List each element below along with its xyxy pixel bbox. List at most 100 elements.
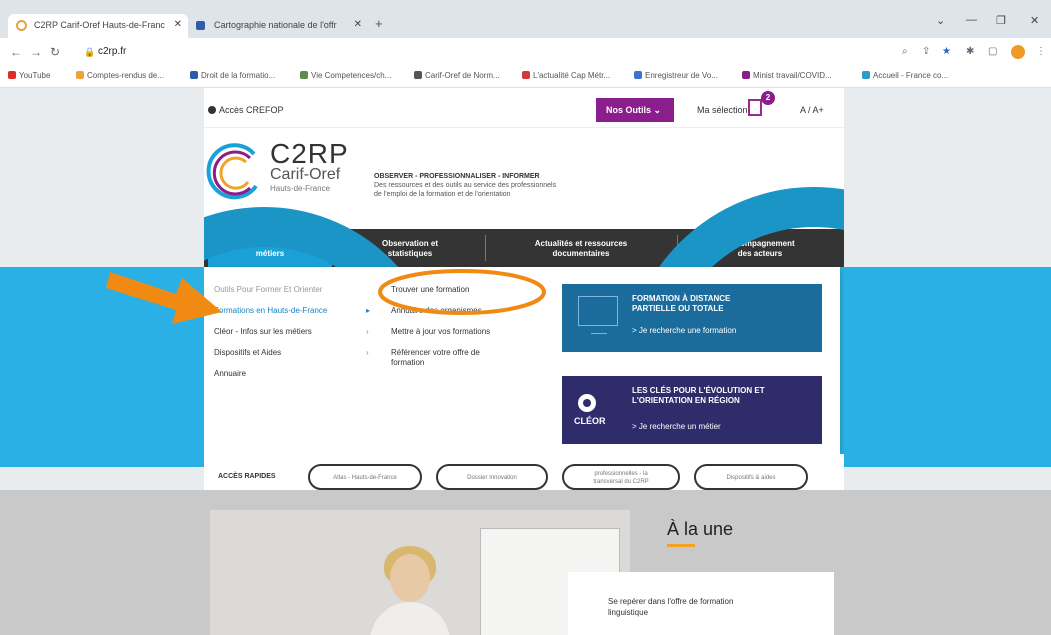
menu-icon[interactable]: ⋮ bbox=[1036, 46, 1046, 57]
tagline-line: Des ressources et des outils au service … bbox=[374, 182, 557, 189]
browser-tab-bar: C2RP Carif-Oref Hauts-de-Franc ✕ Cartogr… bbox=[0, 0, 1051, 38]
tagline-line: de l'emploi de la formation et de l'orie… bbox=[374, 191, 511, 198]
lock-icon: 🔒 bbox=[84, 47, 96, 57]
forward-icon[interactable]: → bbox=[30, 45, 42, 59]
web-page: Accès CREFOP Nos Outils ⌄ Ma sélection 2… bbox=[204, 88, 844, 635]
logo-sub: Carif-Oref bbox=[270, 166, 341, 183]
new-tab-icon[interactable]: + bbox=[375, 16, 383, 31]
menu-item-outils[interactable]: Outils Pour Former Et Orienter bbox=[214, 285, 322, 294]
quick-access-label: ACCÈS RAPIDES bbox=[218, 473, 276, 480]
youtube-icon bbox=[8, 71, 16, 79]
menu-item-cleor[interactable]: Cléor - Infos sur les métiers bbox=[214, 327, 312, 336]
promo-title: LES CLÉS POUR L'ÉVOLUTION ET L'ORIENTATIO… bbox=[632, 386, 765, 405]
submenu-arrow-icon: ▸ bbox=[366, 306, 371, 315]
quick-pill-professionnelles[interactable]: professionnelles - la transversal du C2RP bbox=[562, 464, 680, 490]
a-la-une-heading: À la une bbox=[667, 519, 734, 539]
site-topbar: Accès CREFOP Nos Outils ⌄ Ma sélection 2… bbox=[204, 88, 844, 128]
c2rp-favicon-icon bbox=[16, 20, 27, 31]
quick-pill-innovation[interactable]: Dossier Innovation bbox=[436, 464, 548, 490]
minimize-icon[interactable]: — bbox=[966, 14, 977, 26]
submenu-referencer-offre-line2[interactable]: formation bbox=[391, 358, 424, 368]
photo-person-body bbox=[370, 602, 450, 635]
quick-access-bar: ACCÈS RAPIDES Atlas - Hauts-de-France Do… bbox=[204, 454, 844, 490]
url-text: c2rp.fr bbox=[98, 46, 127, 57]
tab-title: Cartographie nationale de l'offr bbox=[214, 20, 337, 30]
browser-tab[interactable]: C2RP Carif-Oref Hauts-de-Franc ✕ bbox=[8, 14, 188, 38]
site-logo-text[interactable]: C2RP Carif-Oref Hauts-de-France bbox=[270, 138, 349, 193]
bookmark-favicon-icon bbox=[862, 71, 870, 79]
extensions-icon[interactable]: ✱ bbox=[966, 46, 974, 57]
bookmark-favicon-icon bbox=[190, 71, 198, 79]
selection-count-badge: 2 bbox=[761, 91, 775, 105]
logo-region: Hauts-de-France bbox=[270, 184, 331, 193]
browser-tab[interactable]: Cartographie nationale de l'offr ✕ bbox=[188, 14, 368, 38]
submenu-referencer-offre[interactable]: Référencer votre offre de bbox=[391, 348, 480, 358]
bookmark-item[interactable]: Enregistreur de Vo... bbox=[634, 71, 718, 80]
cartographie-favicon-icon bbox=[196, 21, 205, 30]
computer-icon bbox=[578, 296, 618, 334]
hero-band-right bbox=[844, 267, 1051, 467]
text-size-toggle[interactable]: A / A+ bbox=[800, 105, 824, 115]
bookmarks-bar: YouTube Comptes-rendus de... Droit de la… bbox=[0, 66, 1051, 88]
news-card-title: Se repérer dans l'offre de formation ling… bbox=[608, 597, 734, 617]
news-photo[interactable] bbox=[210, 510, 630, 635]
bookmark-favicon-icon bbox=[522, 71, 530, 79]
grey-band-right bbox=[844, 490, 1051, 635]
promo-link[interactable]: > Je recherche un métier bbox=[632, 422, 721, 431]
bookmark-item[interactable]: Minist travail/COVID... bbox=[742, 71, 832, 80]
star-icon[interactable]: ★ bbox=[942, 46, 951, 57]
cleor-brand: CLÉOR bbox=[574, 416, 606, 426]
tab-search-icon[interactable]: ⌄ bbox=[936, 14, 945, 27]
promo-link[interactable]: > Je recherche une formation bbox=[632, 326, 736, 335]
quick-pill-dispositifs[interactable]: Dispositifs & aides bbox=[694, 464, 808, 490]
tagline-head: OBSERVER - PROFESSIONNALISER - INFORMER bbox=[374, 173, 540, 180]
site-tagline: OBSERVER - PROFESSIONNALISER - INFORMER … bbox=[374, 172, 556, 199]
bookmark-favicon-icon bbox=[76, 71, 84, 79]
close-tab-icon[interactable]: ✕ bbox=[174, 19, 182, 30]
bookmark-item[interactable]: Droit de la formatio... bbox=[190, 71, 275, 80]
back-icon[interactable]: ← bbox=[10, 45, 22, 59]
sidepanel-icon[interactable]: ▢ bbox=[988, 46, 997, 57]
selection-bookmark-icon[interactable] bbox=[748, 99, 762, 116]
submenu-mettre-a-jour[interactable]: Mettre à jour vos formations bbox=[391, 327, 490, 337]
reload-icon[interactable]: ↻ bbox=[50, 45, 60, 59]
globe-icon bbox=[208, 106, 216, 114]
acces-crefop-link[interactable]: Accès CREFOP bbox=[208, 105, 284, 115]
nos-outils-button[interactable]: Nos Outils ⌄ bbox=[596, 98, 674, 122]
bookmark-item[interactable]: Comptes-rendus de... bbox=[76, 71, 164, 80]
share-icon[interactable]: ⇪ bbox=[922, 46, 930, 57]
submenu-annuaire-organismes[interactable]: Annuaire des organismes bbox=[391, 306, 482, 316]
profile-avatar[interactable] bbox=[1011, 45, 1025, 59]
bookmark-item[interactable]: Accueil - France co... bbox=[862, 71, 948, 80]
ma-selection-link[interactable]: Ma sélection bbox=[697, 105, 748, 115]
close-tab-icon[interactable]: ✕ bbox=[354, 19, 362, 30]
quick-pill-atlas[interactable]: Atlas - Hauts-de-France bbox=[308, 464, 422, 490]
bookmark-favicon-icon bbox=[300, 71, 308, 79]
news-card[interactable]: Se repérer dans l'offre de formation ling… bbox=[568, 572, 834, 635]
bookmark-item[interactable]: Carif-Oref de Norm... bbox=[414, 71, 500, 80]
bookmark-item[interactable]: L'actualité Cap Métr... bbox=[522, 71, 610, 80]
bookmark-favicon-icon bbox=[414, 71, 422, 79]
promo-cleor[interactable]: CLÉOR LES CLÉS POUR L'ÉVOLUTION ET L'ORIE… bbox=[562, 376, 822, 444]
cleor-logo-icon bbox=[578, 394, 596, 412]
maximize-icon[interactable]: ❐ bbox=[996, 14, 1006, 27]
promo-formation-distance[interactable]: FORMATION À DISTANCE PARTIELLE OU TOTALE … bbox=[562, 284, 822, 352]
search-icon[interactable]: ⌕ bbox=[902, 46, 908, 57]
bookmark-item[interactable]: Vie Competences/ch... bbox=[300, 71, 391, 80]
close-window-icon[interactable]: ✕ bbox=[1030, 14, 1039, 27]
tab-title: C2RP Carif-Oref Hauts-de-Franc bbox=[34, 20, 165, 30]
grey-band-left bbox=[0, 490, 204, 635]
bookmark-favicon-icon bbox=[634, 71, 642, 79]
menu-item-annuaire[interactable]: Annuaire bbox=[214, 369, 246, 378]
browser-toolbar: ← → ↻ 🔒 c2rp.fr ⌕ ⇪ ★ ✱ ▢ ⋮ bbox=[0, 38, 1051, 66]
c2rp-logo-icon[interactable] bbox=[204, 140, 268, 204]
address-bar[interactable]: 🔒 c2rp.fr bbox=[84, 42, 894, 62]
bookmark-item[interactable]: YouTube bbox=[8, 71, 50, 80]
submenu-arrow-icon: › bbox=[366, 348, 369, 357]
submenu-trouver-formation[interactable]: Trouver une formation bbox=[391, 285, 469, 295]
promo-title: FORMATION À DISTANCE PARTIELLE OU TOTALE bbox=[632, 294, 731, 313]
submenu-arrow-icon: › bbox=[366, 327, 369, 336]
menu-item-formations-hdf[interactable]: Formations en Hauts-de-France bbox=[214, 306, 327, 315]
nav-actualites-ressources[interactable]: Actualités et ressources documentaires bbox=[486, 229, 676, 267]
menu-item-dispositifs[interactable]: Dispositifs et Aides bbox=[214, 348, 281, 357]
